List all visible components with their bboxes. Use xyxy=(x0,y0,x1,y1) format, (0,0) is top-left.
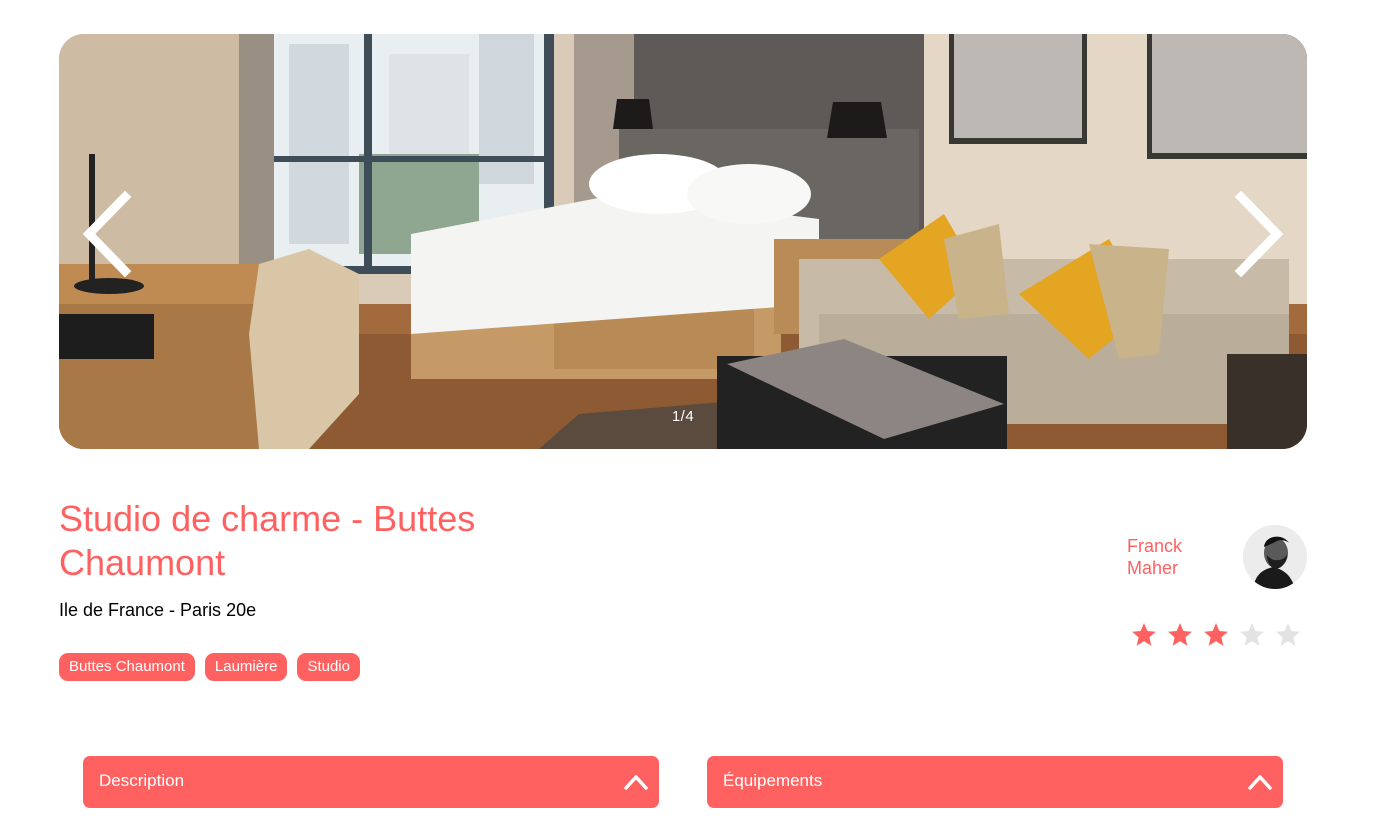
image-carousel: 1/4 xyxy=(59,34,1307,449)
equipments-collapse-label: Équipements xyxy=(723,771,823,790)
host-last-name: Maher xyxy=(1127,558,1179,578)
listing-title: Studio de charme - Buttes Chaumont xyxy=(59,498,476,583)
description-collapse[interactable]: Description xyxy=(83,756,659,808)
chevron-up-icon[interactable] xyxy=(623,770,649,792)
tag: Studio xyxy=(297,653,360,681)
carousel-next-button[interactable] xyxy=(1229,184,1289,284)
chevron-left-icon xyxy=(82,191,132,277)
star-filled-icon xyxy=(1202,621,1230,649)
tag-list: Buttes Chaumont Laumière Studio xyxy=(59,653,360,681)
carousel-prev-button[interactable] xyxy=(77,184,137,284)
equipments-collapse[interactable]: Équipements xyxy=(707,756,1283,808)
rating-stars xyxy=(1130,621,1302,649)
star-empty-icon xyxy=(1238,621,1266,649)
host-name: Franck Maher xyxy=(1127,535,1207,579)
chevron-right-icon xyxy=(1234,191,1284,277)
description-collapse-label: Description xyxy=(99,771,185,790)
chevron-up-icon[interactable] xyxy=(1247,770,1273,792)
avatar-photo xyxy=(1243,525,1307,589)
host-first-name: Franck xyxy=(1127,536,1183,556)
listing-location: Ile de France - Paris 20e xyxy=(59,600,257,620)
tag: Laumière xyxy=(204,653,288,681)
host-avatar xyxy=(1243,525,1307,589)
star-filled-icon xyxy=(1130,621,1158,649)
star-filled-icon xyxy=(1166,621,1194,649)
carousel-counter: 1/4 xyxy=(671,408,695,425)
tag: Buttes Chaumont xyxy=(59,653,195,681)
listing-page: 1/4 Studio de charme - Buttes Chaumont I… xyxy=(0,0,1377,827)
star-empty-icon xyxy=(1274,621,1302,649)
listing-photo xyxy=(59,34,1307,449)
